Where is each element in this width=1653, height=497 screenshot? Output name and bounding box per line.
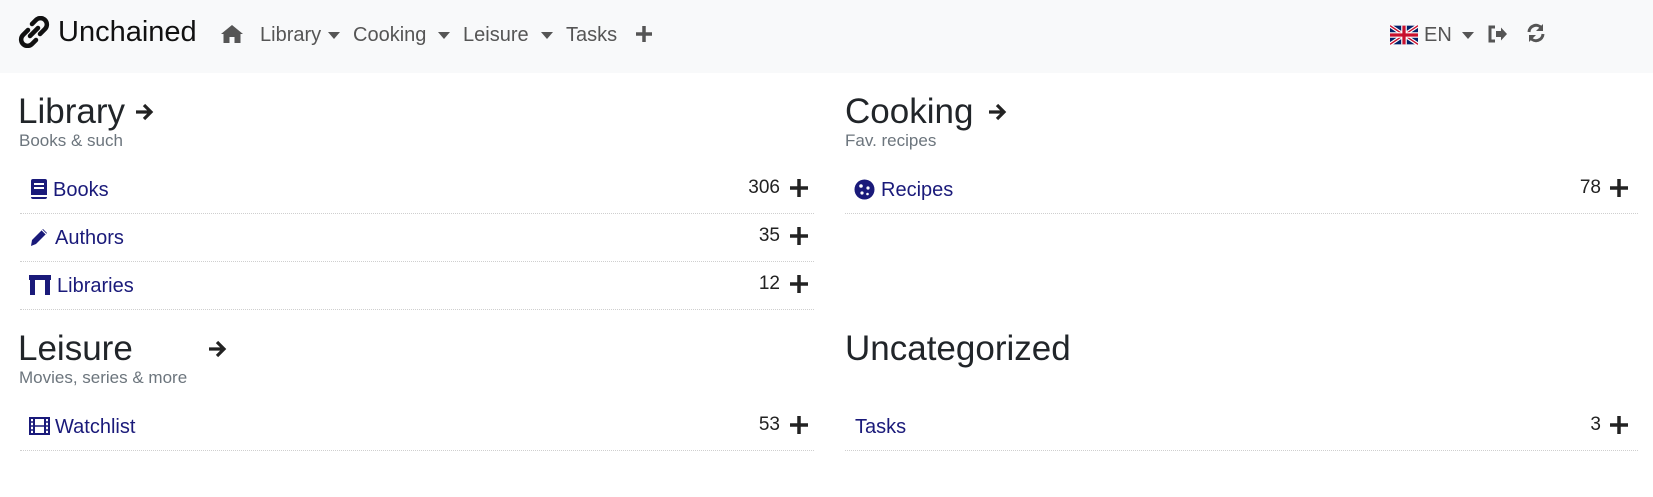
list-item-authors: Authors 35 <box>20 215 814 262</box>
authors-count: 35 <box>758 225 780 246</box>
language-dropdown[interactable]: EN <box>1390 22 1474 48</box>
recipes-link[interactable]: Recipes <box>881 179 953 202</box>
link-icon <box>18 16 50 48</box>
tasks-count: 3 <box>1590 414 1601 435</box>
section-title: Leisure <box>18 329 133 368</box>
books-count: 306 <box>748 177 780 198</box>
add-library-icon[interactable] <box>788 273 810 295</box>
chevron-down-icon <box>438 31 451 39</box>
add-author-icon[interactable] <box>788 225 810 247</box>
arrow-right-icon[interactable] <box>206 338 228 360</box>
chevron-down-icon <box>328 31 341 39</box>
arrow-right-icon[interactable] <box>986 101 1008 123</box>
add-recipe-icon[interactable] <box>1608 177 1630 199</box>
uk-flag-icon <box>1390 25 1418 45</box>
chevron-down-icon <box>540 31 553 39</box>
nav-tasks-label: Tasks <box>566 23 618 46</box>
building-icon <box>29 275 51 295</box>
pencil-icon <box>31 229 47 246</box>
section-subtitle: Movies, series & more <box>19 368 188 387</box>
nav-tasks-link[interactable]: Tasks <box>566 22 617 48</box>
list-item-tasks: Tasks 3 <box>845 404 1638 451</box>
cookie-icon <box>854 179 875 200</box>
watchlist-count: 53 <box>758 414 780 435</box>
section-title: Library <box>18 92 125 131</box>
chevron-down-icon <box>1461 31 1474 39</box>
libraries-link[interactable]: Libraries <box>57 275 134 298</box>
tasks-link[interactable]: Tasks <box>855 416 906 439</box>
list-item-watchlist: Watchlist 53 <box>20 404 814 451</box>
list-item-books: Books 306 <box>20 167 814 214</box>
recipes-count: 78 <box>1579 177 1601 198</box>
nav-library-label: Library <box>260 23 322 46</box>
add-task-icon[interactable] <box>1608 414 1630 436</box>
nav-library-dropdown[interactable]: Library <box>260 22 341 48</box>
brand[interactable]: Unchained <box>18 12 197 52</box>
libraries-count: 12 <box>758 273 780 294</box>
arrow-right-icon[interactable] <box>133 101 155 123</box>
plus-icon[interactable] <box>633 23 655 45</box>
nav-leisure-dropdown[interactable]: Leisure <box>463 22 553 48</box>
sign-out-icon[interactable] <box>1487 23 1509 45</box>
list-item-libraries: Libraries 12 <box>20 263 814 310</box>
section-title: Uncategorized <box>845 329 1071 368</box>
nav-leisure-label: Leisure <box>463 23 529 46</box>
brand-name: Unchained <box>58 15 197 48</box>
books-link[interactable]: Books <box>53 179 109 202</box>
section-subtitle: Books & such <box>19 131 123 150</box>
add-book-icon[interactable] <box>788 177 810 199</box>
authors-link[interactable]: Authors <box>55 227 124 250</box>
refresh-icon[interactable] <box>1525 22 1547 44</box>
language-label: EN <box>1424 23 1452 46</box>
film-icon <box>29 417 50 435</box>
nav-cooking-dropdown[interactable]: Cooking <box>353 22 451 48</box>
list-item-recipes: Recipes 78 <box>845 167 1638 214</box>
section-title: Cooking <box>845 92 974 131</box>
watchlist-link[interactable]: Watchlist <box>55 416 135 439</box>
home-icon[interactable] <box>219 21 245 47</box>
navbar: Unchained Library Cooking Leisure Tasks … <box>0 0 1653 73</box>
nav-cooking-label: Cooking <box>353 23 427 46</box>
section-subtitle: Fav. recipes <box>845 131 937 150</box>
add-watchlist-icon[interactable] <box>788 414 810 436</box>
book-icon <box>31 179 47 199</box>
